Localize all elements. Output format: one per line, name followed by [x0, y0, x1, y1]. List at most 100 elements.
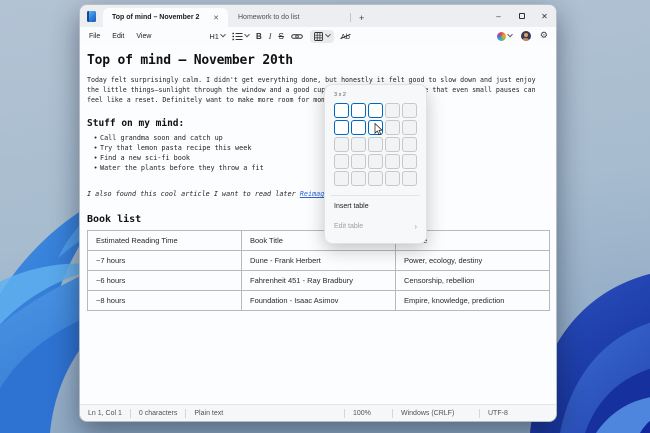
encoding[interactable]: UTF-8	[480, 410, 556, 417]
bullet-item: •Water the plants before they throw a fi…	[87, 163, 549, 173]
bold-button[interactable]: B	[256, 32, 262, 41]
strikethrough-button[interactable]: S	[278, 32, 283, 41]
copilot-button[interactable]	[497, 32, 512, 41]
minimize-button[interactable]: –	[487, 5, 510, 27]
notepad-app-icon	[87, 11, 96, 22]
grid-cell-4x4[interactable]	[385, 154, 400, 169]
chevron-down-icon	[220, 32, 226, 38]
book-table-body: ~7 hoursDune - Frank HerbertPower, ecolo…	[88, 251, 550, 311]
table-row: ~8 hoursFoundation - Isaac AsimovEmpire,…	[88, 291, 550, 311]
grid-cell-1x4[interactable]	[334, 154, 349, 169]
grid-cell-4x5[interactable]	[385, 171, 400, 186]
status-bar: Ln 1, Col 1 0 characters Plain text 100%…	[80, 404, 556, 421]
table-cell: Power, ecology, destiny	[396, 251, 550, 271]
menu-view[interactable]: View	[130, 33, 157, 40]
maximize-button[interactable]	[510, 5, 533, 27]
table-button[interactable]	[310, 30, 334, 43]
grid-cell-2x2[interactable]	[351, 120, 366, 135]
zoom-level[interactable]: 100%	[345, 410, 392, 417]
mouse-cursor	[374, 123, 383, 136]
grid-cell-3x4[interactable]	[368, 154, 383, 169]
settings-gear-icon[interactable]: ⚙	[540, 31, 548, 41]
grid-cell-5x3[interactable]	[402, 137, 417, 152]
document-editor[interactable]: Top of mind – November 20th Today felt s…	[80, 45, 556, 404]
menu-edit[interactable]: Edit	[106, 33, 130, 40]
grid-cell-1x5[interactable]	[334, 171, 349, 186]
note-text: I also found this cool article I want to…	[87, 190, 300, 198]
link-icon	[291, 32, 303, 41]
chevron-down-icon	[244, 32, 250, 38]
grid-cell-1x2[interactable]	[334, 120, 349, 135]
link-button[interactable]	[291, 32, 303, 41]
table-row: ~7 hoursDune - Frank HerbertPower, ecolo…	[88, 251, 550, 271]
tab-top-of-mind[interactable]: Top of mind – November 2 ✕	[103, 8, 228, 27]
bullet-text: Find a new sci-fi book	[100, 153, 190, 163]
heading-style-button[interactable]: H1	[209, 32, 225, 41]
chevron-right-icon: ›	[414, 222, 417, 231]
edit-table-item: Edit table ›	[334, 216, 417, 236]
table-size-grid	[334, 103, 417, 186]
bullet-text: Water the plants before they throw a fit	[100, 163, 264, 173]
account-avatar[interactable]	[521, 31, 531, 41]
table-cell: Fahrenheit 451 - Ray Bradbury	[242, 271, 396, 291]
tab-divider	[350, 13, 351, 22]
bullet-list-icon	[232, 32, 243, 41]
copilot-icon	[497, 32, 506, 41]
chevron-down-icon	[325, 32, 331, 38]
table-cell: Dune - Frank Herbert	[242, 251, 396, 271]
grid-cell-4x2[interactable]	[385, 120, 400, 135]
paragraph: Today felt surprisingly calm. I didn't g…	[87, 75, 549, 105]
grid-cell-3x5[interactable]	[368, 171, 383, 186]
table-size-label: 3 x 2	[334, 92, 417, 98]
document-title: Top of mind – November 20th	[87, 53, 549, 68]
new-tab-button[interactable]: +	[353, 8, 370, 27]
tab-homework[interactable]: Homework to do list	[228, 8, 348, 27]
bullet-item: •Find a new sci-fi book	[87, 153, 549, 163]
chevron-down-icon	[507, 32, 513, 38]
book-table: Estimated Reading TimeBook TitleTheme ~7…	[87, 230, 550, 311]
grid-cell-3x1[interactable]	[368, 103, 383, 118]
bullet-item: •Try that lemon pasta recipe this week	[87, 143, 549, 153]
tab-label: Top of mind – November 2	[112, 14, 210, 21]
close-button[interactable]: ✕	[533, 5, 556, 27]
titlebar[interactable]: Top of mind – November 2 ✕ Homework to d…	[80, 5, 556, 27]
grid-cell-2x5[interactable]	[351, 171, 366, 186]
table-cell: Foundation - Isaac Asimov	[242, 291, 396, 311]
menu-file[interactable]: File	[83, 33, 106, 40]
grid-cell-5x2[interactable]	[402, 120, 417, 135]
grid-cell-2x1[interactable]	[351, 103, 366, 118]
section-heading-books: Book list	[87, 214, 549, 225]
grid-cell-2x4[interactable]	[351, 154, 366, 169]
grid-cell-3x3[interactable]	[368, 137, 383, 152]
table-row: ~6 hoursFahrenheit 451 - Ray BradburyCen…	[88, 271, 550, 291]
insert-table-item[interactable]: Insert table	[334, 196, 417, 216]
grid-cell-1x1[interactable]	[334, 103, 349, 118]
line-ending[interactable]: Windows (CRLF)	[393, 410, 479, 417]
maximize-icon	[519, 13, 525, 19]
note-line: I also found this cool article I want to…	[87, 190, 549, 198]
tab-close-icon[interactable]: ✕	[210, 13, 222, 23]
column-header: Estimated Reading Time	[88, 231, 242, 251]
table-cell: Censorship, rebellion	[396, 271, 550, 291]
table-cell: ~6 hours	[88, 271, 242, 291]
grid-cell-2x3[interactable]	[351, 137, 366, 152]
grid-cell-5x4[interactable]	[402, 154, 417, 169]
bullet-item: •Call grandma soon and catch up	[87, 133, 549, 143]
bullet-list: •Call grandma soon and catch up•Try that…	[87, 133, 549, 173]
heading-style-label: H1	[209, 32, 219, 41]
table-icon	[314, 32, 323, 41]
grid-cell-4x3[interactable]	[385, 137, 400, 152]
bullet-text: Call grandma soon and catch up	[100, 133, 223, 143]
book-table-header-row: Estimated Reading TimeBook TitleTheme	[88, 231, 550, 251]
table-cell: Empire, knowledge, prediction	[396, 291, 550, 311]
grid-cell-4x1[interactable]	[385, 103, 400, 118]
clear-formatting-button[interactable]: Ab	[341, 32, 350, 41]
grid-cell-5x5[interactable]	[402, 171, 417, 186]
bullet-icon: •	[91, 163, 100, 173]
table-cell: ~8 hours	[88, 291, 242, 311]
grid-cell-5x1[interactable]	[402, 103, 417, 118]
list-button[interactable]	[232, 32, 249, 41]
menu-toolbar-row: File Edit View H1 B I	[80, 27, 556, 45]
italic-button[interactable]: I	[269, 32, 272, 41]
grid-cell-1x3[interactable]	[334, 137, 349, 152]
